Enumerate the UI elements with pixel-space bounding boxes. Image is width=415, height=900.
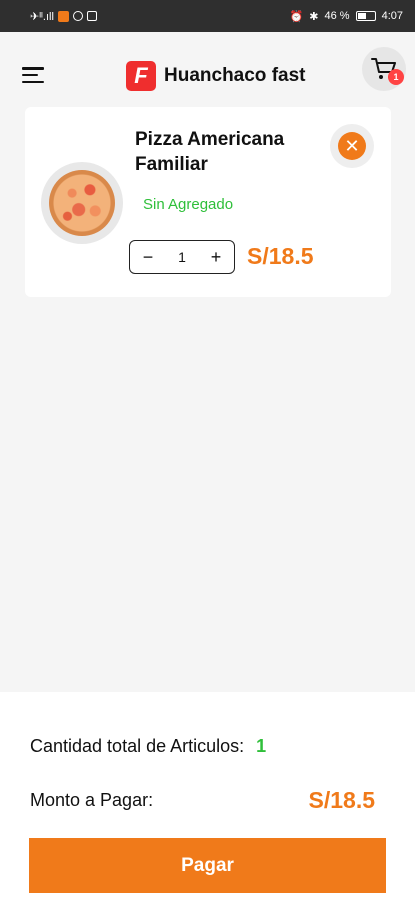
sync-icon bbox=[72, 11, 83, 21]
total-count-value: 1 bbox=[256, 736, 267, 756]
total-count-label: Cantidad total de Articulos: bbox=[30, 736, 245, 756]
amount-row: Monto a Pagar: S/18.5 bbox=[30, 787, 375, 814]
close-icon: ✕ bbox=[338, 132, 366, 160]
cart-count-badge: 1 bbox=[388, 69, 404, 85]
brand-name: Huanchaco fast bbox=[164, 65, 306, 86]
notification-icon bbox=[57, 10, 69, 22]
status-bar: ✈ᴵᴵ.ıll ⏰ ✱ 46 % 4:07 bbox=[0, 0, 415, 32]
screenshot-icon bbox=[86, 11, 97, 21]
pay-button[interactable]: Pagar bbox=[29, 838, 386, 893]
status-left: ✈ᴵᴵ.ıll bbox=[30, 10, 97, 23]
total-count-row: Cantidad total de Articulos: 1 bbox=[30, 736, 266, 757]
item-price: S/18.5 bbox=[247, 243, 314, 269]
bluetooth-icon: ✱ bbox=[309, 10, 319, 23]
amount-label: Monto a Pagar: bbox=[30, 790, 154, 810]
status-right: ⏰ ✱ 46 % 4:07 bbox=[290, 10, 403, 23]
item-image bbox=[41, 162, 123, 244]
quantity-value: 1 bbox=[178, 249, 186, 265]
brand-logo: F bbox=[126, 61, 156, 91]
quantity-stepper: − 1 + bbox=[129, 240, 235, 274]
decrement-button[interactable]: − bbox=[138, 248, 158, 266]
brand: F Huanchaco fast bbox=[126, 61, 305, 91]
cart-item-card: Pizza Americana Familiar Sin Agregado ✕ … bbox=[25, 107, 391, 297]
hamburger-icon[interactable] bbox=[22, 67, 44, 83]
increment-button[interactable]: + bbox=[206, 248, 226, 266]
item-addon: Sin Agregado bbox=[143, 196, 234, 213]
remove-item-button[interactable]: ✕ bbox=[330, 124, 374, 168]
signal-icon: ✈ᴵᴵ.ıll bbox=[30, 10, 54, 23]
status-time: 4:07 bbox=[381, 10, 403, 22]
item-name: Pizza Americana Familiar bbox=[135, 129, 285, 175]
pizza-image bbox=[49, 170, 115, 236]
cart-button[interactable]: 1 bbox=[362, 47, 406, 91]
amount-value: S/18.5 bbox=[308, 787, 376, 813]
alarm-icon: ⏰ bbox=[289, 10, 304, 23]
order-summary: Cantidad total de Articulos: 1 Monto a P… bbox=[0, 692, 415, 900]
battery-percent: 46 % bbox=[324, 10, 350, 22]
app-header: F Huanchaco fast 1 bbox=[0, 32, 415, 110]
battery-icon bbox=[355, 11, 376, 21]
